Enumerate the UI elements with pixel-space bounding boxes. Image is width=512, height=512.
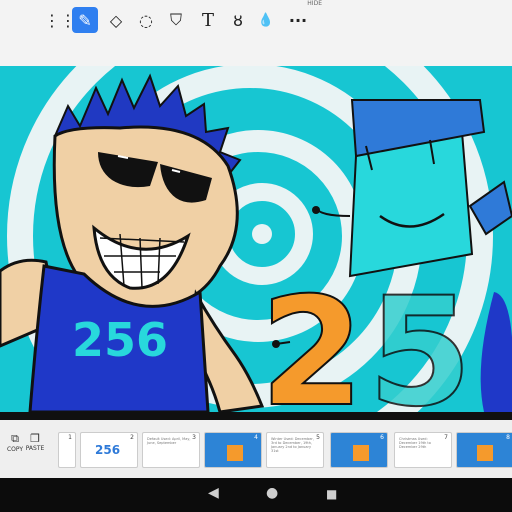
paint-bucket-icon[interactable]: ⛉ [164,8,188,32]
paste-icon: ❐ [30,432,40,445]
text-icon[interactable]: T [196,8,220,32]
eraser-icon[interactable]: ◇ [104,8,128,32]
home-icon[interactable]: ● [266,485,278,501]
hide-label[interactable]: HIDE [307,0,322,7]
drawing-toolbar: HIDE ⋮⋮ ✎ ◇ ◌ ⛉ T ȣ 💧 ··· [0,0,512,68]
back-icon[interactable]: ◀ [208,485,219,501]
big-digit-5: 5 [368,266,472,412]
smudge-icon[interactable]: ȣ [226,8,250,32]
shirt-number: 256 [72,313,168,367]
handle-grip-icon[interactable]: ⋮⋮ [44,8,76,32]
page-strip: ⧉ COPY ❐ PASTE 1 2 256 3 Default Used: A… [0,420,512,478]
pen-icon[interactable]: ✎ [72,7,98,33]
system-nav-bar: ◀ ● ■ [0,478,512,512]
tablet-screen: HIDE ⋮⋮ ✎ ◇ ◌ ⛉ T ȣ 💧 ··· 256 2 5 ⧉ COPY… [0,0,512,512]
slide-thumbnail[interactable]: 1 [58,432,76,468]
dropper-icon[interactable]: 💧 [254,8,278,32]
more-icon[interactable]: ··· [286,8,310,32]
slide-thumbnail[interactable]: 7 Christmas Used: December 19th to Decem… [394,432,452,468]
lasso-icon[interactable]: ◌ [134,8,158,32]
slide-thumbnail[interactable]: 4 [204,432,262,468]
recents-icon[interactable]: ■ [326,487,337,501]
slide-thumbnail[interactable]: 6 [330,432,388,468]
slide-thumbnail[interactable]: 3 Default Used: April, May, June, Septem… [142,432,200,468]
paste-button[interactable]: ❐ PASTE [20,432,50,452]
artwork: 256 2 5 [0,66,512,412]
slide-thumbnail[interactable]: 5 Winter Used: December, 3rd to December… [266,432,324,468]
big-digit-2: 2 [260,266,364,412]
drawing-canvas[interactable]: 256 2 5 [0,66,512,412]
slide-thumbnail[interactable]: 8 [456,432,512,468]
slide-thumbnail[interactable]: 2 256 [80,432,138,468]
